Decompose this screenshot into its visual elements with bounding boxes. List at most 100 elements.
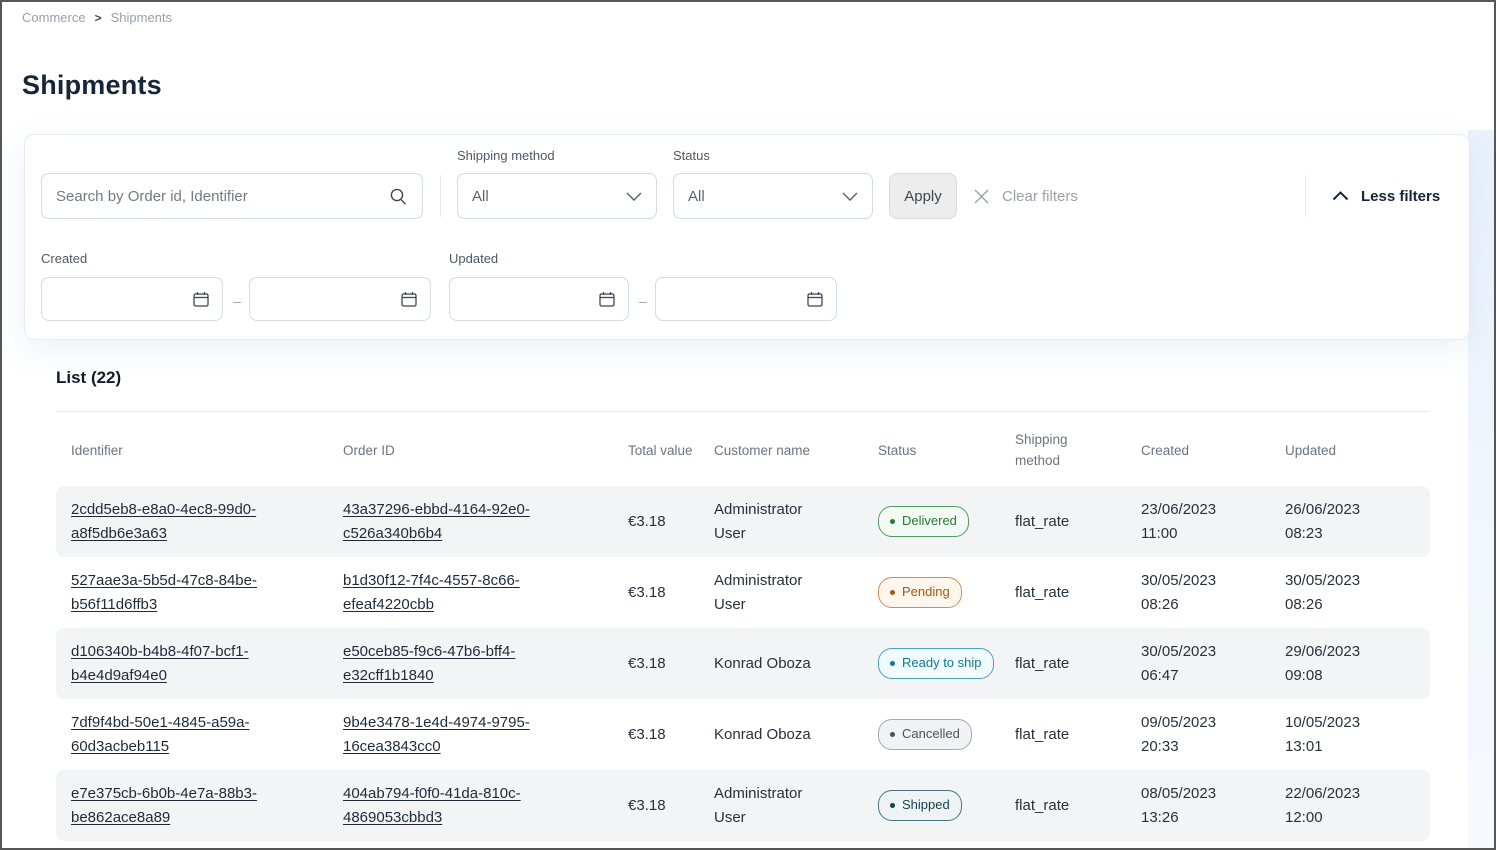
page-background-gutter xyxy=(1468,130,1494,848)
customer-name-cell: Konrad Oboza xyxy=(714,723,878,746)
created-date: 23/06/2023 xyxy=(1141,498,1269,521)
status-badge: Shipped xyxy=(878,790,962,820)
order-id-link[interactable]: 9b4e3478-1e4d-4974-9795-16cea3843cc0 xyxy=(343,714,530,754)
calendar-icon xyxy=(400,290,418,308)
identifier-link[interactable]: 527aae3a-5b5d-47c8-84be-b56f11d6ffb3 xyxy=(71,572,257,612)
identifier-link[interactable]: e7e375cb-6b0b-4e7a-88b3-be862ace8a89 xyxy=(71,785,257,825)
shipping-method-select[interactable]: All xyxy=(457,173,657,219)
column-header-total-value: Total value xyxy=(628,441,714,462)
order-id-link[interactable]: e50ceb85-f9c6-47b6-bff4-e32cff1b1840 xyxy=(343,643,515,683)
order-id-link[interactable]: 43a37296-ebbd-4164-92e0-c526a340b6b4 xyxy=(343,501,530,541)
table-row: 527aae3a-5b5d-47c8-84be-b56f11d6ffb3 b1d… xyxy=(56,557,1430,628)
status-label: Ready to ship xyxy=(902,653,982,673)
updated-time: 08:26 xyxy=(1285,593,1414,616)
table-body: 2cdd5eb8-e8a0-4ec8-99d0-a8f5db6e3a63 43a… xyxy=(56,486,1430,841)
created-filter-label: Created xyxy=(41,251,87,266)
status-badge: Ready to ship xyxy=(878,648,994,678)
created-time: 06:47 xyxy=(1141,664,1269,687)
updated-cell: 30/05/2023 08:26 xyxy=(1285,569,1430,616)
status-label: Delivered xyxy=(902,511,957,531)
search-input[interactable] xyxy=(56,188,389,205)
created-cell: 08/05/2023 13:26 xyxy=(1141,782,1285,829)
updated-from-date-input[interactable] xyxy=(449,277,629,321)
identifier-link[interactable]: 7df9f4bd-50e1-4845-a59a-60d3acbeb115 xyxy=(71,714,249,754)
created-date: 09/05/2023 xyxy=(1141,711,1269,734)
shipping-method-cell: flat_rate xyxy=(1015,581,1141,604)
shipping-method-cell: flat_rate xyxy=(1015,723,1141,746)
clear-x-icon xyxy=(973,188,990,205)
total-value-cell: €3.18 xyxy=(628,794,714,817)
updated-time: 13:01 xyxy=(1285,735,1414,758)
column-header-identifier: Identifier xyxy=(56,441,343,462)
status-cell: Ready to ship xyxy=(878,648,1015,678)
table-header: Identifier Order ID Total value Customer… xyxy=(56,420,1430,482)
updated-time: 08:23 xyxy=(1285,522,1414,545)
date-range-dash: – xyxy=(635,293,651,309)
created-from-date-input[interactable] xyxy=(41,277,223,321)
column-header-customer-name: Customer name xyxy=(714,441,878,462)
status-badge: Pending xyxy=(878,577,962,607)
status-dot-icon xyxy=(890,661,895,666)
shipping-method-value: All xyxy=(472,188,489,205)
created-cell: 30/05/2023 06:47 xyxy=(1141,640,1285,687)
chevron-down-icon xyxy=(626,192,642,201)
breadcrumb-item-shipments: Shipments xyxy=(111,10,172,25)
breadcrumb-item-commerce[interactable]: Commerce xyxy=(22,10,86,25)
list-divider xyxy=(56,411,1430,412)
created-to-date-input[interactable] xyxy=(249,277,431,321)
updated-to-date-input[interactable] xyxy=(655,277,837,321)
status-cell: Cancelled xyxy=(878,719,1015,749)
calendar-icon xyxy=(192,290,210,308)
updated-cell: 29/06/2023 09:08 xyxy=(1285,640,1430,687)
updated-date: 26/06/2023 xyxy=(1285,498,1414,521)
created-date: 30/05/2023 xyxy=(1141,569,1269,592)
table-row: d106340b-b4b8-4f07-bcf1-b4e4d9af94e0 e50… xyxy=(56,628,1430,699)
identifier-link[interactable]: d106340b-b4b8-4f07-bcf1-b4e4d9af94e0 xyxy=(71,643,249,683)
identifier-link[interactable]: 2cdd5eb8-e8a0-4ec8-99d0-a8f5db6e3a63 xyxy=(71,501,256,541)
status-badge: Cancelled xyxy=(878,719,972,749)
less-filters-toggle[interactable]: Less filters xyxy=(1332,173,1440,219)
chevron-down-icon xyxy=(842,192,858,201)
page-title: Shipments xyxy=(22,70,162,101)
updated-date: 22/06/2023 xyxy=(1285,782,1414,805)
table-row: e7e375cb-6b0b-4e7a-88b3-be862ace8a89 404… xyxy=(56,770,1430,841)
column-header-shipping-method: Shipping method xyxy=(1015,430,1125,472)
calendar-icon xyxy=(598,290,616,308)
status-label: Cancelled xyxy=(902,724,960,744)
status-cell: Shipped xyxy=(878,790,1015,820)
customer-name-cell: Administrator User xyxy=(714,569,878,616)
total-value-cell: €3.18 xyxy=(628,723,714,746)
order-id-link[interactable]: b1d30f12-7f4c-4557-8c66-efeaf4220cbb xyxy=(343,572,520,612)
updated-date: 29/06/2023 xyxy=(1285,640,1414,663)
created-cell: 23/06/2023 11:00 xyxy=(1141,498,1285,545)
table-row: 2cdd5eb8-e8a0-4ec8-99d0-a8f5db6e3a63 43a… xyxy=(56,486,1430,557)
less-filters-label: Less filters xyxy=(1361,188,1440,205)
column-header-created: Created xyxy=(1141,441,1285,462)
column-header-updated: Updated xyxy=(1285,441,1430,462)
created-date: 30/05/2023 xyxy=(1141,640,1269,663)
table-row: 7df9f4bd-50e1-4845-a59a-60d3acbeb115 9b4… xyxy=(56,699,1430,770)
clear-filters-label: Clear filters xyxy=(1002,188,1078,205)
total-value-cell: €3.18 xyxy=(628,581,714,604)
total-value-cell: €3.18 xyxy=(628,652,714,675)
created-date: 08/05/2023 xyxy=(1141,782,1269,805)
status-filter-label: Status xyxy=(673,148,710,163)
shipping-method-cell: flat_rate xyxy=(1015,652,1141,675)
created-time: 13:26 xyxy=(1141,806,1269,829)
filter-divider xyxy=(1305,175,1306,217)
updated-time: 12:00 xyxy=(1285,806,1414,829)
updated-date: 30/05/2023 xyxy=(1285,569,1414,592)
status-filter-value: All xyxy=(688,188,705,205)
clear-filters-button[interactable]: Clear filters xyxy=(973,173,1078,219)
status-dot-icon xyxy=(890,519,895,524)
search-field-wrapper xyxy=(41,173,423,219)
status-dot-icon xyxy=(890,590,895,595)
order-id-link[interactable]: 404ab794-f0f0-41da-810c-4869053cbbd3 xyxy=(343,785,521,825)
filter-divider xyxy=(440,175,441,217)
column-header-order-id: Order ID xyxy=(343,441,628,462)
updated-cell: 26/06/2023 08:23 xyxy=(1285,498,1430,545)
apply-button[interactable]: Apply xyxy=(889,173,957,219)
updated-cell: 22/06/2023 12:00 xyxy=(1285,782,1430,829)
status-cell: Delivered xyxy=(878,506,1015,536)
status-select[interactable]: All xyxy=(673,173,873,219)
